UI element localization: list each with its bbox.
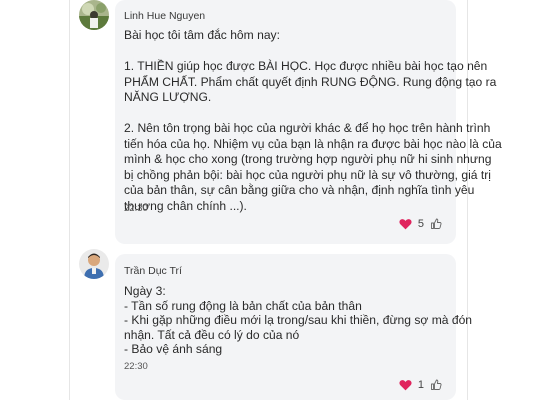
comment-timestamp: 22:30 <box>124 361 148 372</box>
avatar[interactable] <box>79 0 109 30</box>
comment-author[interactable]: Linh Hue Nguyen <box>124 10 205 22</box>
thumbs-up-icon[interactable] <box>430 379 442 391</box>
comment-author[interactable]: Trần Dục Trí <box>124 265 182 277</box>
thumbs-up-icon[interactable] <box>430 218 442 230</box>
heart-icon[interactable] <box>399 218 412 230</box>
comment-bubble: Linh Hue Nguyen Bài học tôi tâm đắc hôm … <box>115 0 502 244</box>
comment-text: Ngày 3: - Tần số rung động là bản chất c… <box>124 284 473 357</box>
comment-line: của bản thân, sự cân bằng giữa cho và nh… <box>124 183 475 197</box>
comment-line: 1. THIỀN giúp học được BÀI HỌC. Học được… <box>124 59 488 73</box>
comment-line: - Tần số rung động là bản chất của bản t… <box>124 298 362 313</box>
comment-timestamp: 22:30 <box>124 203 148 214</box>
comment-line: - Bảo vệ ánh sáng <box>124 342 223 357</box>
comment-item: Trần Dục Trí Ngày 3: - Tần số rung động … <box>69 246 473 400</box>
comment-text: Bài học tôi tâm đắc hôm nay: 1. THIỀN gi… <box>124 28 502 214</box>
comment-line: NĂNG LƯỢNG. <box>124 90 212 104</box>
comment-line: bị chồng phản bội: bài học của người phụ… <box>124 167 491 182</box>
reaction-count[interactable]: 5 <box>418 218 424 230</box>
reaction-bar: 1 <box>399 379 442 391</box>
comment-bubble: Trần Dục Trí Ngày 3: - Tần số rung động … <box>115 254 473 400</box>
reaction-count[interactable]: 1 <box>418 379 424 391</box>
comment-item: Linh Hue Nguyen Bài học tôi tâm đắc hôm … <box>69 0 502 245</box>
comment-line: PHẨM CHẤT. Phẩm chất quyết định RUNG ĐỘN… <box>124 74 497 89</box>
comment-line: nhận. Tất cả đều có lý do của nó <box>124 327 300 342</box>
avatar[interactable] <box>79 249 109 279</box>
comment-line: mình & học cho xong (trong trường hợp ng… <box>124 152 492 166</box>
reaction-bar: 5 <box>399 218 442 230</box>
comment-line: 2. Nên tôn trọng bài học của người khác … <box>124 121 491 135</box>
comment-line: - Khi gặp những điều mới lạ trong/sau kh… <box>124 313 473 328</box>
comment-line: thương chân chính ...). <box>124 198 247 213</box>
comment-line: tiến hóa của họ. Nhiệm vụ của bạn là nhậ… <box>124 136 502 151</box>
comment-line: Bài học tôi tâm đắc hôm nay: <box>124 28 280 42</box>
comment-line: Ngày 3: <box>124 284 166 298</box>
heart-icon[interactable] <box>399 379 412 391</box>
